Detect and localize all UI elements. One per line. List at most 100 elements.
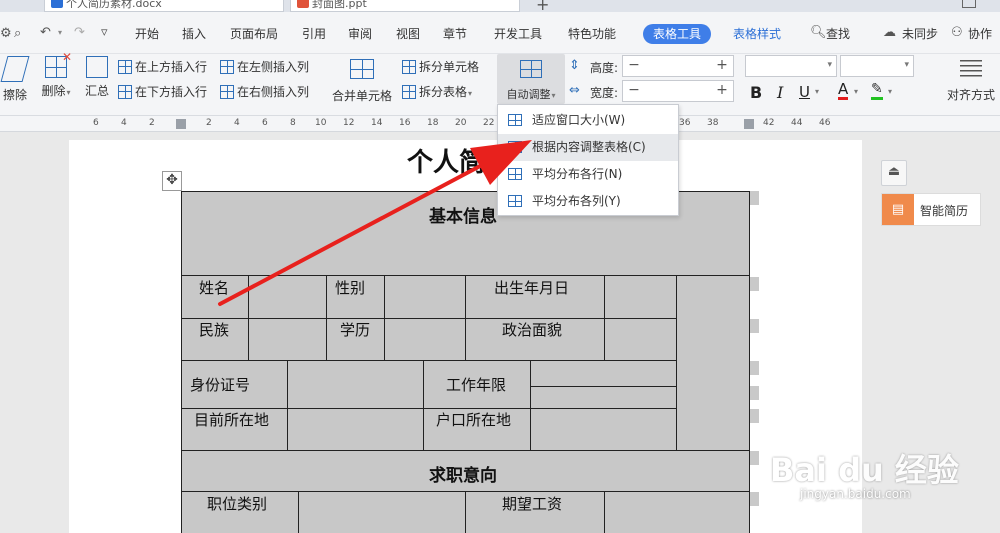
highlight-icon[interactable]: ✎	[871, 82, 883, 100]
eraser-icon	[0, 56, 30, 82]
row-end-marker	[750, 319, 759, 333]
tab-resume-docx[interactable]: 个人简历素材.docx	[44, 0, 284, 12]
collapse-panel-icon[interactable]: ⏏	[881, 160, 907, 186]
font-size-select[interactable]: ▾	[840, 55, 914, 77]
label-birth-date: 出生年月日	[494, 279, 570, 297]
label-hukou: 户口所在地	[436, 411, 512, 429]
menu-insert[interactable]: 插入	[182, 24, 206, 44]
align-button[interactable]: 对齐方式	[942, 54, 1000, 103]
left-indent-marker[interactable]	[176, 119, 186, 129]
menu-item-distribute-rows[interactable]: 平均分布各行(N)	[498, 161, 678, 188]
erase-button[interactable]: 擦除	[0, 54, 30, 103]
label-id-number: 身份证号	[190, 376, 251, 394]
wps-writer-window: 个人简历素材.docx 封面图.ppt + ⚙ ⌕ ↶ ▾ ↷ ▿ 开始 插入 …	[0, 0, 1000, 533]
cloud-sync-icon: ☁	[883, 25, 896, 40]
auto-fit-dropdown-menu: 适应窗口大小(W) 根据内容调整表格(C) 平均分布各行(N) 平均分布各列(Y…	[497, 104, 679, 216]
sync-status[interactable]: 未同步	[902, 24, 938, 44]
delete-button[interactable]: ✕ 删除▾	[38, 50, 74, 99]
italic-button[interactable]: I	[777, 83, 783, 102]
label-job-type: 职位类别	[207, 495, 268, 513]
auto-fit-button[interactable]: 自动调整▾	[497, 54, 565, 104]
table-move-handle-icon[interactable]: ✥	[162, 171, 182, 191]
split-table-button[interactable]: 拆分表格▾	[402, 82, 472, 102]
collaborate-button[interactable]: 协作	[968, 24, 992, 44]
menu-chapter[interactable]: 章节	[443, 24, 467, 44]
label-political-status: 政治面貌	[502, 321, 563, 339]
align-icon	[960, 60, 982, 78]
insert-col-left-icon	[220, 59, 234, 74]
row-end-marker	[750, 386, 759, 400]
search-button[interactable]: 查找	[826, 24, 850, 44]
chevron-down-icon: ▾	[827, 60, 832, 70]
document-tab-bar: 个人简历素材.docx 封面图.ppt +	[0, 0, 1000, 14]
insert-row-above-button[interactable]: 在上方插入行	[118, 57, 207, 77]
split-table-icon	[402, 84, 416, 99]
menu-page-layout[interactable]: 页面布局	[230, 24, 278, 44]
menu-item-distribute-columns[interactable]: 平均分布各列(Y)	[498, 188, 678, 215]
menu-view[interactable]: 视图	[396, 24, 420, 44]
menu-developer[interactable]: 开发工具	[494, 24, 542, 44]
undo-dropdown-icon[interactable]: ▾	[58, 28, 62, 37]
width-stepper[interactable]: − +	[622, 80, 734, 102]
page-title[interactable]: 个人简	[407, 142, 485, 179]
section-basic-info: 基本信息	[429, 207, 497, 227]
highlight-dropdown-icon[interactable]: ▾	[888, 87, 892, 96]
fit-content-icon	[508, 141, 522, 153]
customize-toolbar-icon[interactable]: ▿	[101, 25, 108, 40]
font-name-select[interactable]: ▾	[745, 55, 837, 77]
user-icon: ⚇	[951, 25, 963, 40]
menu-table-tools[interactable]: 表格工具	[643, 24, 712, 44]
width-increase-button[interactable]: +	[711, 81, 733, 101]
merge-cells-icon	[350, 59, 374, 79]
height-increase-button[interactable]: +	[711, 56, 733, 76]
menu-references[interactable]: 引用	[302, 24, 326, 44]
bold-button[interactable]: B	[750, 83, 762, 102]
underline-dropdown-icon[interactable]: ▾	[815, 87, 819, 96]
merge-cells-button[interactable]: 合并单元格	[330, 54, 394, 104]
search-icon: 🔍︎	[810, 25, 827, 40]
row-end-marker	[750, 451, 759, 465]
row-height-icon: ⇕	[569, 58, 580, 73]
label-name: 姓名	[199, 279, 230, 297]
insert-col-right-button[interactable]: 在右侧插入列	[220, 82, 309, 102]
menu-item-fit-content[interactable]: 根据内容调整表格(C)	[498, 134, 678, 161]
menu-special-features[interactable]: 特色功能	[568, 24, 616, 44]
insert-col-left-button[interactable]: 在左侧插入列	[220, 57, 309, 77]
right-indent-marker[interactable]	[744, 119, 754, 129]
menu-item-fit-window[interactable]: 适应窗口大小(W)	[498, 107, 678, 134]
label-gender: 性别	[335, 279, 366, 297]
summary-button[interactable]: 汇总	[82, 54, 112, 99]
col-width-icon: ⇔	[569, 83, 580, 98]
insert-row-below-icon	[118, 84, 132, 99]
font-color-button[interactable]: A	[838, 82, 849, 100]
width-decrease-button[interactable]: −	[623, 81, 645, 101]
menu-home[interactable]: 开始	[135, 24, 159, 44]
fit-window-icon	[508, 114, 522, 126]
menu-bar: ⚙ ⌕ ↶ ▾ ↷ ▿ 开始 插入 页面布局 引用 审阅 视图 章节 开发工具 …	[0, 12, 1000, 54]
distribute-rows-icon	[508, 168, 522, 180]
menu-table-styles[interactable]: 表格样式	[733, 24, 781, 44]
smart-resume-button[interactable]: ▤ 智能简历	[881, 193, 981, 226]
split-cell-button[interactable]: 拆分单元格	[402, 57, 479, 77]
label-ethnicity: 民族	[199, 321, 230, 339]
redo-icon[interactable]: ↷	[74, 25, 85, 40]
baidu-watermark: Bai du 经验 jingyan.baidu.com	[770, 451, 959, 501]
menu-review[interactable]: 审阅	[348, 24, 372, 44]
save-icon[interactable]: ⚙	[0, 26, 12, 41]
undo-icon[interactable]: ↶	[40, 25, 51, 40]
tab-cover-ppt[interactable]: 封面图.ppt	[290, 0, 520, 12]
height-label: 高度:	[590, 61, 619, 75]
restore-window-icon[interactable]	[962, 0, 976, 8]
delete-table-icon: ✕	[45, 50, 72, 78]
row-end-marker	[750, 409, 759, 423]
print-preview-icon[interactable]: ⌕	[14, 26, 21, 41]
resume-table[interactable]: 基本信息 姓名 性别 出生年月日 民族 学历 政治面貌 身份证号 工作年限 目前…	[181, 191, 750, 533]
height-decrease-button[interactable]: −	[623, 56, 645, 76]
underline-button[interactable]: U	[799, 83, 810, 101]
height-stepper[interactable]: − +	[622, 55, 734, 77]
insert-row-below-button[interactable]: 在下方插入行	[118, 82, 207, 102]
row-end-marker	[750, 492, 759, 506]
word-doc-icon	[51, 0, 63, 8]
font-color-dropdown-icon[interactable]: ▾	[854, 87, 858, 96]
ppt-doc-icon	[297, 0, 309, 8]
